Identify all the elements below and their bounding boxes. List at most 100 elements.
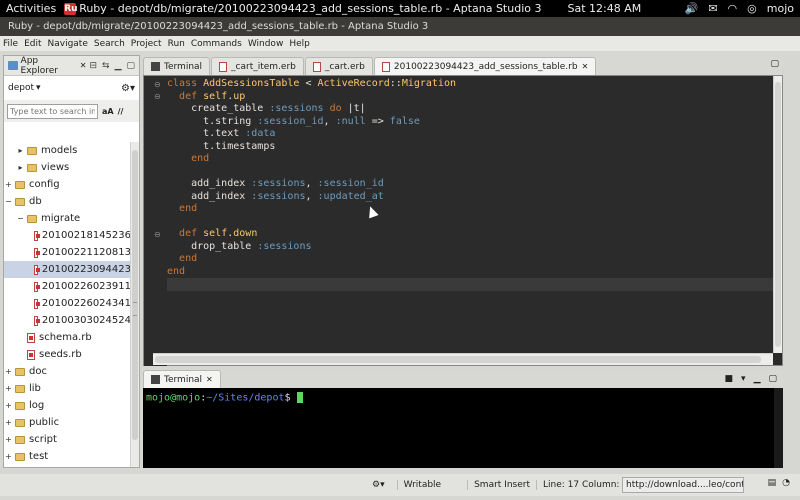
user-menu[interactable]: mojo <box>767 2 794 15</box>
menu-window[interactable]: Window <box>245 39 287 49</box>
wifi-icon[interactable]: ◠ <box>728 2 738 15</box>
status-settings-icon[interactable]: ⚙▾ <box>372 480 385 490</box>
fold-icon[interactable]: ⊖ <box>154 92 161 101</box>
tree-folder[interactable]: ▸ models <box>4 142 131 159</box>
regex-toggle[interactable]: // <box>118 107 124 116</box>
tree-folder[interactable]: + script <box>4 431 131 448</box>
code-line[interactable]: drop_table :sessions <box>167 241 777 254</box>
tree-folder[interactable]: + public <box>4 414 131 431</box>
code-line[interactable] <box>167 278 777 291</box>
code-line[interactable]: def self.down <box>167 228 777 241</box>
tree-file[interactable]: schema.rb <box>4 329 131 346</box>
tree-folder[interactable]: + log <box>4 397 131 414</box>
link-editor-icon[interactable]: ⇆ <box>102 61 110 71</box>
activities-button[interactable]: Activities <box>0 2 64 15</box>
progress-icon[interactable]: ▤ <box>768 478 777 488</box>
scrollbar-thumb[interactable] <box>155 356 761 363</box>
code-line[interactable]: end <box>167 153 777 166</box>
code-line[interactable] <box>167 166 777 179</box>
tree-folder[interactable]: + config <box>4 176 131 193</box>
editor-tab[interactable]: Terminal <box>143 57 211 75</box>
expand-toggle-icon[interactable]: + <box>4 418 13 427</box>
expand-toggle-icon[interactable]: + <box>4 401 13 410</box>
close-icon[interactable]: ✕ <box>80 61 87 70</box>
code-line[interactable]: t.string :session_id, :null => false <box>167 116 777 129</box>
close-icon[interactable]: ✕ <box>582 62 589 71</box>
accessibility-icon[interactable]: ◎ <box>747 2 757 15</box>
code-line[interactable]: def self.up <box>167 91 777 104</box>
code-line[interactable]: end <box>167 266 777 279</box>
code-line[interactable]: t.text :data <box>167 128 777 141</box>
expand-toggle-icon[interactable]: + <box>4 367 13 376</box>
tree-folder[interactable]: − db <box>4 193 131 210</box>
minimize-icon[interactable]: ▁ <box>754 374 761 384</box>
notification-icon[interactable]: ◔ <box>782 478 790 488</box>
code-line[interactable]: add_index :sessions, :updated_at <box>167 191 777 204</box>
expand-toggle-icon[interactable]: + <box>4 180 13 189</box>
tree-file[interactable]: 20100226023911 <box>4 278 131 295</box>
menu-edit[interactable]: Edit <box>21 39 44 49</box>
code-line[interactable]: end <box>167 203 777 216</box>
code-line[interactable]: end <box>167 253 777 266</box>
fold-icon[interactable]: ⊖ <box>154 230 161 239</box>
code-line[interactable]: t.timestamps <box>167 141 777 154</box>
tree-file[interactable]: seeds.rb <box>4 346 131 363</box>
tree-folder[interactable]: + lib <box>4 380 131 397</box>
maximize-icon[interactable]: ▢ <box>768 374 777 384</box>
aptana-app-icon[interactable]: Ru <box>64 2 78 15</box>
menu-run[interactable]: Run <box>165 39 188 49</box>
tree-file[interactable]: 20100303024524 <box>4 312 131 329</box>
minimize-icon[interactable]: ▁ <box>115 61 122 71</box>
collapse-all-icon[interactable]: ⊟ <box>89 61 97 71</box>
expand-toggle-icon[interactable]: − <box>4 197 13 206</box>
tree-folder[interactable]: − migrate <box>4 210 131 227</box>
code-line[interactable]: create_table :sessions do |t| <box>167 103 777 116</box>
tree-file[interactable]: 20100223094423 <box>4 261 131 278</box>
menu-project[interactable]: Project <box>128 39 165 49</box>
maximize-icon[interactable]: ▢ <box>770 59 779 69</box>
menu-search[interactable]: Search <box>91 39 128 49</box>
project-selector[interactable]: depot ▾ <box>8 83 41 93</box>
app-explorer-title[interactable]: App Explorer <box>21 56 76 76</box>
gear-icon[interactable]: ⚙▾ <box>121 83 135 94</box>
editor-tab[interactable]: _cart.erb <box>304 57 373 75</box>
expand-toggle-icon[interactable]: + <box>4 452 13 461</box>
open-terminal-icon[interactable]: ■ <box>725 374 734 384</box>
mail-icon[interactable]: ✉ <box>708 2 717 15</box>
editor-tab[interactable]: _cart_item.erb <box>211 57 304 75</box>
terminal-scrollbar[interactable] <box>774 388 783 468</box>
volume-icon[interactable]: 🔊 <box>685 2 699 15</box>
maximize-icon[interactable]: ▢ <box>126 61 135 71</box>
expand-toggle-icon[interactable]: + <box>4 384 13 393</box>
tree-folder[interactable]: + test <box>4 448 131 465</box>
menu-help[interactable]: Help <box>286 39 313 49</box>
close-icon[interactable]: ✕ <box>206 375 213 384</box>
expand-toggle-icon[interactable]: ▸ <box>16 146 25 155</box>
explorer-scrollbar[interactable] <box>130 142 139 467</box>
view-menu-icon[interactable]: ▾ <box>741 374 746 384</box>
editor-horizontal-scrollbar[interactable] <box>153 353 773 365</box>
tree-file[interactable]: 20100226024341 <box>4 295 131 312</box>
menu-navigate[interactable]: Navigate <box>45 39 91 49</box>
scrollbar-thumb[interactable] <box>132 150 138 440</box>
expand-toggle-icon[interactable]: + <box>4 435 13 444</box>
tab-terminal[interactable]: Terminal ✕ <box>143 370 221 388</box>
scrollbar-thumb[interactable] <box>775 82 781 347</box>
clock[interactable]: Sat 12:48 AM <box>567 2 641 15</box>
case-sensitive-toggle[interactable]: aA <box>102 107 114 116</box>
tree-folder[interactable]: ▸ views <box>4 159 131 176</box>
fold-icon[interactable]: ⊖ <box>154 80 161 89</box>
tree-file[interactable]: 20100221120813 <box>4 244 131 261</box>
filter-input[interactable] <box>7 103 98 119</box>
code-line[interactable] <box>167 216 777 229</box>
code-line[interactable]: add_index :sessions, :session_id <box>167 178 777 191</box>
expand-toggle-icon[interactable]: − <box>16 214 25 223</box>
menu-commands[interactable]: Commands <box>188 39 245 49</box>
tree-file[interactable]: 20100218145236 <box>4 227 131 244</box>
editor-vertical-scrollbar[interactable] <box>773 76 782 353</box>
tree-folder[interactable]: + doc <box>4 363 131 380</box>
menu-file[interactable]: File <box>0 39 21 49</box>
terminal-console[interactable]: mojo@mojo:~/Sites/depot$ <box>143 388 783 468</box>
code-content[interactable]: class AddSessionsTable < ActiveRecord::M… <box>167 78 777 291</box>
editor-tab[interactable]: 20100223094423_add_sessions_table.rb ✕ <box>373 57 597 75</box>
